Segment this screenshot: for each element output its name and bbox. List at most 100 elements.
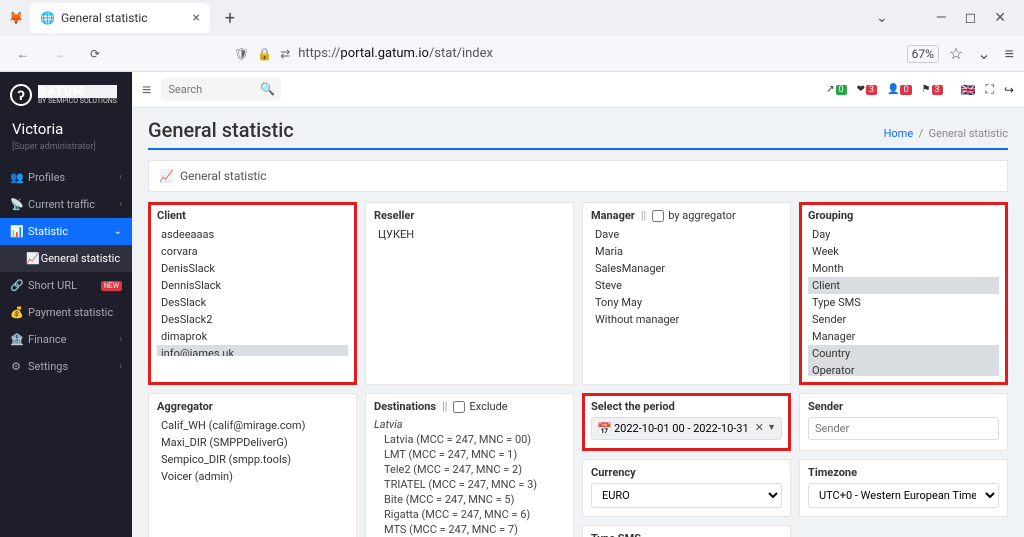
timezone-select[interactable]: UTC+0 - Western European Time (Dublin, E… <box>808 483 999 508</box>
list-item[interactable]: Operator <box>808 362 999 376</box>
breadcrumb-home[interactable]: Home <box>884 127 914 140</box>
list-item[interactable]: DesSlack <box>157 294 348 311</box>
new-badge: NEW <box>101 281 122 291</box>
list-item[interactable]: Calif_WH (calif@mirage.com) <box>157 417 348 434</box>
list-item[interactable]: DennisSlack <box>157 277 348 294</box>
close-window-icon[interactable]: ✕ <box>994 10 1006 26</box>
dest-item[interactable]: Tele2 (MCC = 247, MNC = 2) <box>374 462 565 477</box>
permissions-icon[interactable]: ⇄ <box>280 47 290 61</box>
list-item[interactable]: Without manager <box>591 311 782 328</box>
panel-label: General statistic <box>180 169 267 183</box>
list-item[interactable]: SalesManager <box>591 260 782 277</box>
manager-label: Manager <box>591 209 635 222</box>
destinations-label: Destinations <box>374 400 436 413</box>
period-input[interactable] <box>591 417 782 440</box>
fullscreen-icon[interactable]: ⛶ <box>986 82 994 97</box>
status-pill[interactable]: ❤3 <box>857 84 877 95</box>
list-item[interactable]: Voicer (admin) <box>157 468 348 485</box>
menu-icon[interactable]: ≡ <box>1005 44 1014 64</box>
dest-item[interactable]: MTS (MCC = 247, MNC = 7) <box>374 522 565 537</box>
list-item[interactable]: DesSlack2 <box>157 311 348 328</box>
sender-input[interactable] <box>808 417 999 440</box>
pill-icon: 👤 <box>887 84 899 95</box>
back-button[interactable]: ← <box>10 41 36 67</box>
new-tab-button[interactable]: + <box>216 4 244 32</box>
currency-select[interactable]: EURO <box>591 483 782 508</box>
list-item[interactable]: Tony May <box>591 294 782 311</box>
dest-item[interactable]: Rigatta (MCC = 247, MNC = 6) <box>374 507 565 522</box>
hamburger-icon[interactable]: ≡ <box>142 80 151 100</box>
list-item[interactable]: asdeeaaas <box>157 226 348 243</box>
dest-item[interactable]: LMT (MCC = 247, MNC = 1) <box>374 447 565 462</box>
list-item[interactable]: Country <box>808 345 999 362</box>
zoom-level[interactable]: 67% <box>907 45 939 63</box>
timezone-card: Timezone UTC+0 - Western European Time (… <box>799 459 1008 517</box>
status-pill[interactable]: 👤0 <box>887 84 912 95</box>
period-card: Select the period 📅 ✕ ▼ <box>582 393 791 451</box>
user-role: [Super administrator] <box>0 142 132 164</box>
chevron-down-icon[interactable]: ⌄ <box>876 10 888 26</box>
timezone-label: Timezone <box>808 466 999 479</box>
sidebar-item-profiles[interactable]: 👥Profiles‹ <box>0 164 132 191</box>
grouping-list[interactable]: DayWeekMonthClientType SMSSenderManagerC… <box>808 226 999 376</box>
dest-item[interactable]: TRIATEL (MCC = 247, MNC = 3) <box>374 477 565 492</box>
client-list[interactable]: asdeeaaascorvaraDenisSlackDennisSlackDes… <box>157 226 348 356</box>
list-item[interactable]: Day <box>808 226 999 243</box>
dest-item[interactable]: Latvia (MCC = 247, MNC = 00) <box>374 432 565 447</box>
list-item[interactable]: ЦУКЕН <box>374 226 565 243</box>
status-pill[interactable]: ↗0 <box>826 84 846 95</box>
sidebar-item-payment-statistic[interactable]: 💰Payment statistic <box>0 299 132 326</box>
shield-icon[interactable]: 🛡 <box>234 47 249 61</box>
aggregator-list[interactable]: Calif_WH (calif@mirage.com)Maxi_DIR (SMP… <box>157 417 348 485</box>
sidebar-item-short-url[interactable]: 🔗Short URLNEW <box>0 272 132 299</box>
url-box[interactable]: 🛡 🔒 ⇄ https://portal.gatum.io/stat/index <box>228 40 897 68</box>
maximize-icon[interactable]: ◻ <box>965 10 977 26</box>
exclude-checkbox[interactable]: Exclude <box>453 400 507 413</box>
list-item[interactable]: Month <box>808 260 999 277</box>
panel-header: 📈 General statistic <box>148 160 1008 192</box>
search-icon[interactable]: 🔍 <box>260 82 275 96</box>
divider <box>148 148 1008 150</box>
sidebar-sub-general-statistic[interactable]: 📈 General statistic <box>0 245 132 272</box>
list-item[interactable]: corvara <box>157 243 348 260</box>
list-item[interactable]: Dave <box>591 226 782 243</box>
sidebar-item-current-traffic[interactable]: 📡Current traffic‹ <box>0 191 132 218</box>
status-pill[interactable]: ⚑3 <box>922 84 943 95</box>
manager-list[interactable]: DaveMariaSalesManagerSteveTony MayWithou… <box>591 226 782 328</box>
nav-icon: 📡 <box>10 198 22 211</box>
client-card: Client asdeeaaascorvaraDenisSlackDennisS… <box>148 202 357 385</box>
sidebar-item-settings[interactable]: ⚙Settings‹ <box>0 353 132 380</box>
clear-icon[interactable]: ✕ <box>755 421 764 434</box>
pocket-icon[interactable]: ⌄ <box>977 44 990 63</box>
by-aggregator-checkbox[interactable]: by aggregator <box>652 209 736 222</box>
browser-tab[interactable]: 🌐 General statistic × <box>30 3 210 33</box>
close-icon[interactable]: × <box>193 10 200 26</box>
list-item[interactable]: Manager <box>808 328 999 345</box>
list-item[interactable]: info@james.uk <box>157 345 348 356</box>
flag-icon[interactable]: 🇬🇧 <box>961 83 976 97</box>
list-item[interactable]: Week <box>808 243 999 260</box>
minimize-icon[interactable]: — <box>936 10 947 26</box>
list-item[interactable]: Sender <box>808 311 999 328</box>
list-item[interactable]: Maria <box>591 243 782 260</box>
list-item[interactable]: Type SMS <box>808 294 999 311</box>
sender-card: Sender <box>799 393 1008 451</box>
bookmark-icon[interactable]: ☆ <box>949 44 963 63</box>
lock-icon[interactable]: 🔒 <box>257 47 272 61</box>
dest-item[interactable]: Bite (MCC = 247, MNC = 5) <box>374 492 565 507</box>
logout-icon[interactable]: ↪ <box>1004 83 1014 97</box>
sidebar-item-statistic[interactable]: 📊Statistic⌄ <box>0 218 132 245</box>
reseller-list[interactable]: ЦУКЕН <box>374 226 565 243</box>
forward-button[interactable]: → <box>46 41 72 67</box>
sidebar-item-finance[interactable]: 🏦Finance‹ <box>0 326 132 353</box>
chevron-down-icon[interactable]: ▼ <box>767 422 776 433</box>
list-item[interactable]: DenisSlack <box>157 260 348 277</box>
reload-button[interactable]: ⟳ <box>82 41 108 67</box>
dest-group[interactable]: Latvia <box>374 417 565 432</box>
list-item[interactable]: Sempico_DIR (smpp.tools) <box>157 451 348 468</box>
list-item[interactable]: Maxi_DIR (SMPPDeliverG) <box>157 434 348 451</box>
destinations-list[interactable]: LatviaLatvia (MCC = 247, MNC = 00)LMT (M… <box>374 417 565 537</box>
list-item[interactable]: dimaprok <box>157 328 348 345</box>
list-item[interactable]: Client <box>808 277 999 294</box>
list-item[interactable]: Steve <box>591 277 782 294</box>
